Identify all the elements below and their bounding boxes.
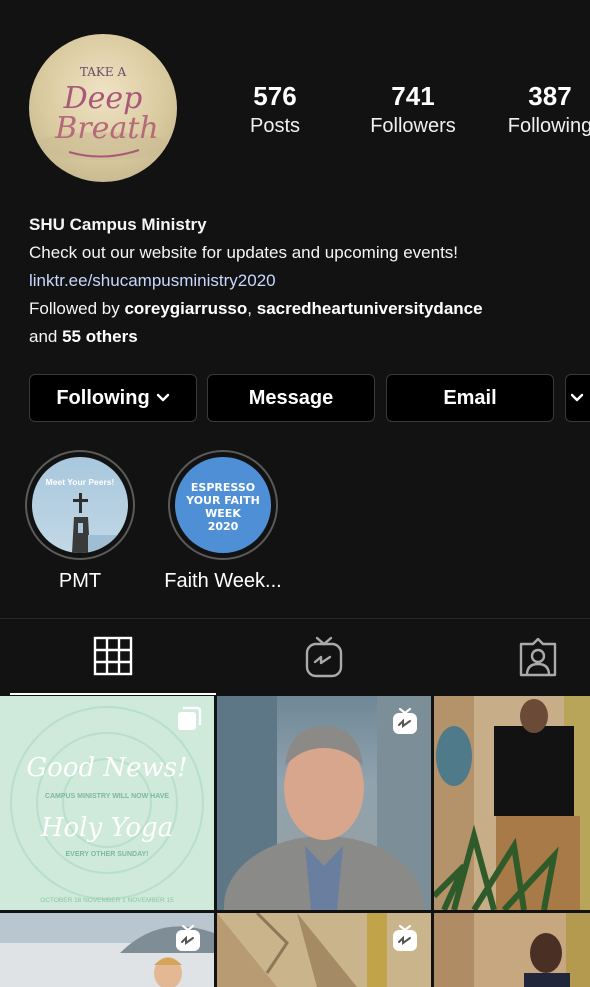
suggested-accounts-button[interactable] (565, 374, 590, 422)
svg-text:EVERY OTHER SUNDAY!: EVERY OTHER SUNDAY! (66, 851, 149, 858)
post-speaker-podium[interactable] (434, 696, 590, 910)
profile-actions: Following Message Email (29, 374, 590, 422)
igtv-badge-icon (393, 707, 417, 734)
profile-avatar[interactable]: TAKE A Deep Breath (29, 34, 177, 182)
carousel-icon (178, 706, 202, 730)
following-button-label: Following (56, 386, 150, 409)
email-button[interactable]: Email (386, 374, 554, 422)
followed-by-others[interactable]: and 55 others (29, 323, 569, 351)
igtv-badge-icon (176, 924, 200, 951)
highlight-faith-week[interactable]: ESPRESSO YOUR FAITH WEEK 2020 Faith Week… (160, 450, 286, 593)
story-highlights: Meet Your Peers! PMT ESPRESSO YOUR FAITH… (0, 450, 590, 600)
avatar-artwork: TAKE A Deep Breath (33, 65, 173, 160)
profile-tabs (0, 618, 590, 696)
following-count: 387 (528, 81, 572, 111)
svg-text:CAMPUS MINISTRY WILL NOW HAVE: CAMPUS MINISTRY WILL NOW HAVE (45, 793, 170, 800)
highlight-label: Faith Week... (164, 570, 282, 592)
svg-text:ESPRESSO: ESPRESSO (191, 481, 255, 494)
followers-count: 741 (391, 81, 435, 111)
podium-photo (434, 696, 590, 910)
highlight-label: PMT (58, 570, 102, 592)
post-speaker-2[interactable] (434, 913, 590, 987)
tab-tagged[interactable] (440, 619, 590, 695)
post-umbrella[interactable] (0, 913, 214, 987)
following-button[interactable]: Following (29, 374, 197, 422)
post-igtv-speaker[interactable] (217, 696, 431, 910)
faith-week-cover: ESPRESSO YOUR FAITH WEEK 2020 (185, 481, 260, 533)
highlight-cover-pmt: Meet Your Peers! (32, 457, 128, 553)
post-holy-yoga[interactable]: Good News! CAMPUS MINISTRY WILL NOW HAVE… (0, 696, 214, 910)
svg-text:OCTOBER 18 NOVEMBER 1 NOVEMBER: OCTOBER 18 NOVEMBER 1 NOVEMBER 15 (40, 897, 174, 904)
speaker-2-photo (434, 913, 590, 987)
profile-header: TAKE A Deep Breath 576 Posts 741 Followe… (0, 0, 590, 210)
church-steeple-icon: Meet Your Peers! (46, 477, 128, 553)
igtv-badge-icon (393, 924, 417, 951)
svg-text:TAKE A: TAKE A (80, 65, 127, 79)
posts-label: Posts (249, 115, 301, 137)
profile-bio: SHU Campus Ministry Check out our websit… (29, 211, 569, 351)
following-label: Following (507, 115, 590, 137)
svg-text:Breath: Breath (54, 111, 158, 146)
svg-text:Good News!: Good News! (26, 753, 187, 783)
grid-icon (93, 636, 133, 676)
highlight-pmt[interactable]: Meet Your Peers! PMT (25, 450, 135, 593)
stat-following[interactable]: 387 Following (492, 82, 590, 138)
followers-label: Followers (370, 115, 456, 137)
svg-text:Meet Your Peers!: Meet Your Peers! (46, 477, 115, 487)
stat-followers[interactable]: 741 Followers (360, 82, 466, 138)
tagged-icon (519, 637, 557, 677)
svg-text:2020: 2020 (208, 520, 239, 533)
message-button-label: Message (248, 386, 334, 409)
chevron-down-icon (156, 393, 169, 402)
post-mosaic[interactable] (217, 913, 431, 987)
stat-posts[interactable]: 576 Posts (222, 82, 328, 138)
email-button-label: Email (443, 386, 497, 409)
followed-separator: , (247, 299, 257, 318)
followed-user-2[interactable]: sacredheartuniversitydance (257, 299, 483, 318)
posts-count: 576 (253, 81, 297, 111)
igtv-icon (305, 636, 343, 678)
tab-igtv[interactable] (226, 619, 422, 695)
posts-grid: Good News! CAMPUS MINISTRY WILL NOW HAVE… (0, 696, 590, 987)
svg-text:YOUR FAITH: YOUR FAITH (185, 494, 260, 507)
highlight-cover-faith-week: ESPRESSO YOUR FAITH WEEK 2020 (175, 457, 271, 553)
highlight-ring: ESPRESSO YOUR FAITH WEEK 2020 (168, 450, 278, 560)
chevron-down-icon (570, 393, 584, 402)
followed-and: and (29, 327, 63, 346)
followed-by[interactable]: Followed by coreygiarrusso, sacredheartu… (29, 295, 569, 323)
followed-user-1[interactable]: coreygiarrusso (124, 299, 247, 318)
followed-others-count: 55 others (62, 327, 138, 346)
profile-name: SHU Campus Ministry (29, 215, 207, 234)
bio-text: Check out our website for updates and up… (29, 243, 459, 262)
svg-text:Holy Yoga: Holy Yoga (40, 813, 173, 843)
svg-text:WEEK: WEEK (205, 507, 241, 520)
tab-posts-grid[interactable] (10, 619, 216, 695)
highlight-ring: Meet Your Peers! (25, 450, 135, 560)
followed-by-prefix: Followed by (29, 299, 125, 318)
profile-stats: 576 Posts 741 Followers 387 Following (222, 82, 590, 142)
bio-link[interactable]: linktr.ee/shucampusministry2020 (29, 267, 569, 295)
message-button[interactable]: Message (207, 374, 375, 422)
